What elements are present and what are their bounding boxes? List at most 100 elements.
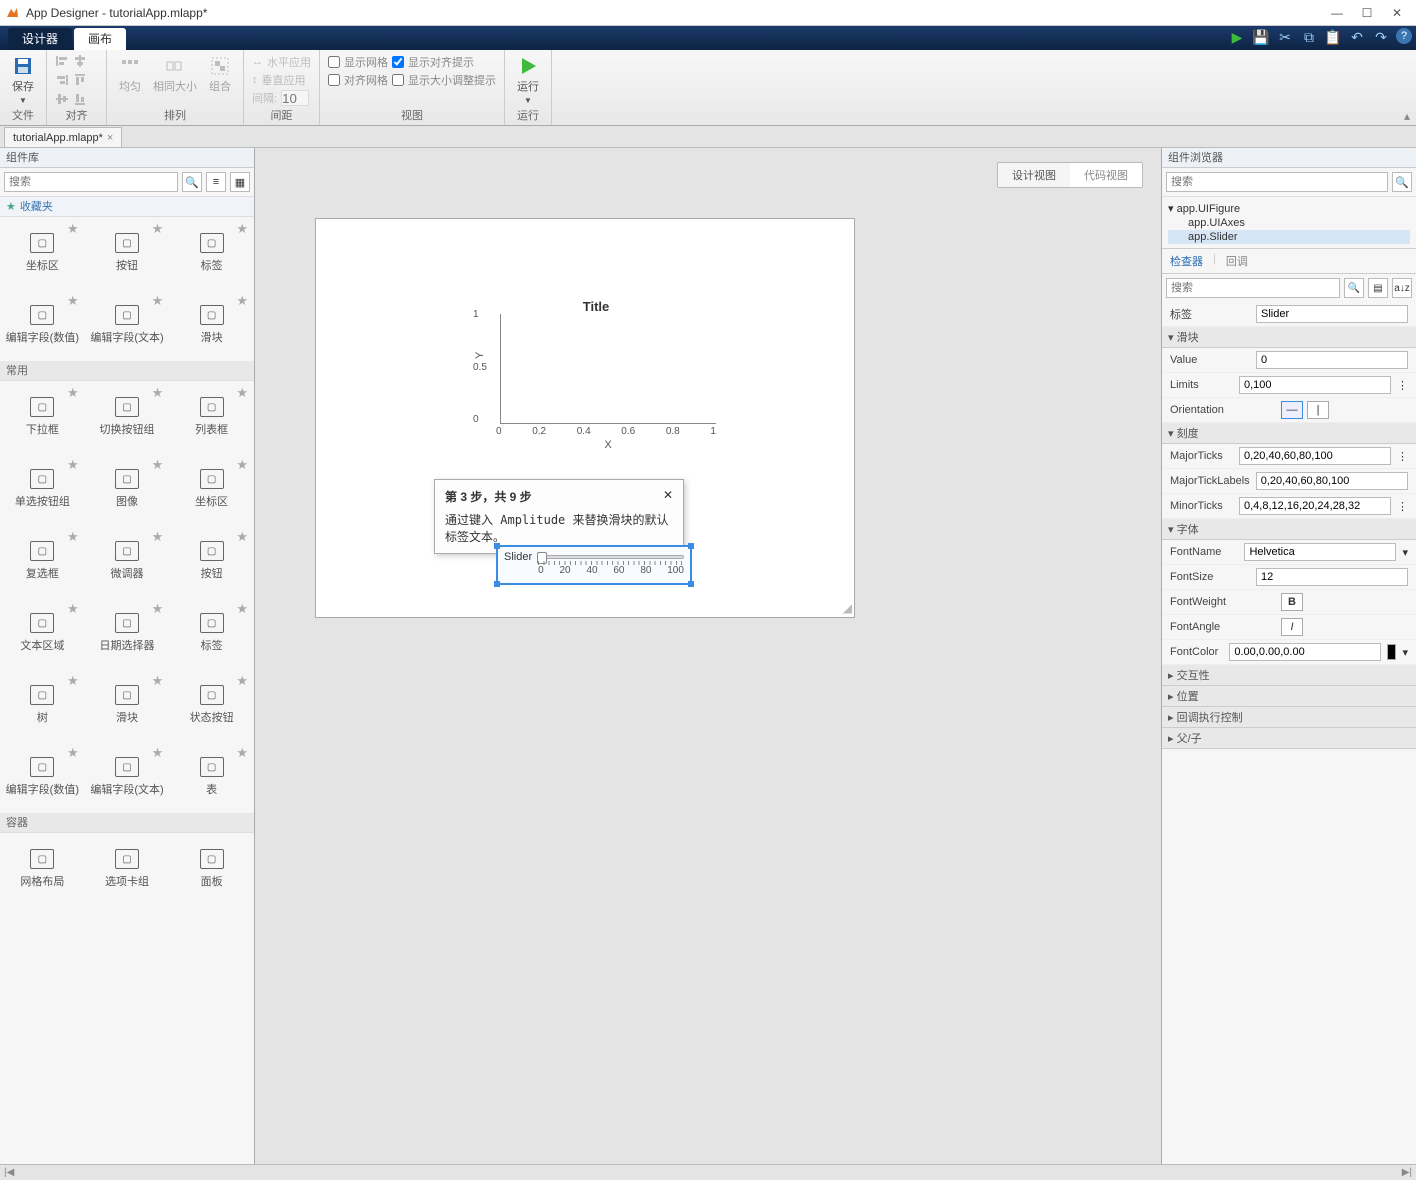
align-right-icon[interactable]	[55, 73, 69, 87]
component-item[interactable]: ★▢文本区域	[0, 597, 85, 669]
tree-node-uiaxes[interactable]: app.UIAxes	[1168, 216, 1410, 230]
close-button[interactable]: ✕	[1382, 3, 1412, 23]
component-item[interactable]: ★▢列表框	[169, 381, 254, 453]
section-interactivity[interactable]: ▸ 交互性	[1162, 665, 1416, 686]
component-item[interactable]: ★▢标签	[169, 217, 254, 289]
align-bottom-icon[interactable]	[73, 92, 87, 106]
dropdown-icon[interactable]: ▾	[1402, 646, 1408, 659]
component-item[interactable]: ★▢编辑字段(文本)	[85, 289, 170, 361]
bold-button[interactable]: B	[1281, 593, 1303, 611]
scroll-right-icon[interactable]: ▶|	[1402, 1167, 1412, 1178]
more-icon[interactable]: ⋮	[1397, 379, 1408, 392]
favorite-star-icon[interactable]: ★	[152, 529, 164, 545]
file-tab[interactable]: tutorialApp.mlapp* ×	[4, 127, 122, 147]
help-icon[interactable]: ?	[1396, 28, 1412, 44]
resize-grip-icon[interactable]: ◢	[843, 601, 852, 615]
component-item[interactable]: ★▢微调器	[85, 525, 170, 597]
uiaxes[interactable]: Title Y 1 0.5 0 00.20.4 0.60.81 X	[476, 299, 716, 444]
section-slider[interactable]: ▾ 滑块	[1162, 327, 1416, 348]
component-item[interactable]: ★▢按钮	[85, 217, 170, 289]
component-search-input[interactable]	[4, 172, 178, 192]
prop-majorticklabels-input[interactable]	[1256, 472, 1408, 490]
design-view-button[interactable]: 设计视图	[998, 163, 1070, 187]
component-item[interactable]: ★▢表	[169, 741, 254, 813]
section-font[interactable]: ▾ 字体	[1162, 519, 1416, 540]
selection-handle[interactable]	[494, 581, 500, 587]
save-button[interactable]: 保存 ▼	[8, 54, 38, 107]
component-item[interactable]: ★▢坐标区	[169, 453, 254, 525]
favorite-star-icon[interactable]: ★	[236, 745, 248, 761]
dropdown-icon[interactable]: ▾	[1402, 546, 1408, 559]
redo-icon[interactable]: ↷	[1372, 28, 1390, 46]
favorite-star-icon[interactable]: ★	[236, 221, 248, 237]
tab-designer[interactable]: 设计器	[8, 28, 72, 50]
prop-label-input[interactable]	[1256, 305, 1408, 323]
tab-canvas[interactable]: 画布	[74, 28, 126, 50]
search-icon[interactable]: 🔍	[182, 172, 202, 192]
favorite-star-icon[interactable]: ★	[67, 221, 79, 237]
align-center-h-icon[interactable]	[73, 54, 87, 68]
favorite-star-icon[interactable]: ★	[67, 293, 79, 309]
favorite-star-icon[interactable]: ★	[152, 293, 164, 309]
component-item[interactable]: ★▢编辑字段(数值)	[0, 289, 85, 361]
align-center-v-icon[interactable]	[55, 92, 69, 106]
prop-fontname-input[interactable]	[1244, 543, 1396, 561]
section-position[interactable]: ▸ 位置	[1162, 686, 1416, 707]
code-view-button[interactable]: 代码视图	[1070, 163, 1142, 187]
favorite-star-icon[interactable]: ★	[236, 457, 248, 473]
prop-fontsize-input[interactable]	[1256, 568, 1408, 586]
search-icon[interactable]: 🔍	[1392, 172, 1412, 192]
prop-fontcolor-input[interactable]	[1229, 643, 1381, 661]
selection-handle[interactable]	[688, 543, 694, 549]
favorite-star-icon[interactable]: ★	[236, 601, 248, 617]
collapse-ribbon-icon[interactable]: ▴	[1404, 109, 1410, 123]
prop-limits-input[interactable]	[1239, 376, 1391, 394]
color-swatch[interactable]	[1387, 644, 1396, 660]
paste-icon[interactable]: 📋	[1324, 28, 1342, 46]
more-icon[interactable]: ⋮	[1397, 450, 1408, 463]
align-left-icon[interactable]	[55, 54, 69, 68]
distribute-button[interactable]: 均匀	[115, 54, 145, 96]
section-ticks[interactable]: ▾ 刻度	[1162, 423, 1416, 444]
tooltip-close-icon[interactable]: ✕	[663, 488, 673, 505]
favorite-star-icon[interactable]: ★	[67, 385, 79, 401]
component-item[interactable]: ★▢下拉框	[0, 381, 85, 453]
component-item[interactable]: ★▢坐标区	[0, 217, 85, 289]
component-item[interactable]: ▢面板	[169, 833, 254, 905]
italic-button[interactable]: I	[1281, 618, 1303, 636]
samesize-button[interactable]: 相同大小	[149, 54, 201, 96]
orientation-horizontal-button[interactable]: —	[1281, 401, 1303, 419]
close-file-icon[interactable]: ×	[107, 128, 113, 148]
prop-minorticks-input[interactable]	[1239, 497, 1391, 515]
component-item[interactable]: ★▢滑块	[85, 669, 170, 741]
selection-handle[interactable]	[494, 543, 500, 549]
show-resize-hints-checkbox[interactable]: 显示大小调整提示	[392, 72, 496, 88]
scroll-left-icon[interactable]: |◀	[4, 1167, 14, 1178]
search-icon[interactable]: 🔍	[1344, 278, 1364, 298]
tree-node-uifigure[interactable]: ▾ app.UIFigure	[1168, 201, 1410, 216]
component-item[interactable]: ★▢复选框	[0, 525, 85, 597]
favorite-star-icon[interactable]: ★	[152, 385, 164, 401]
tab-callbacks[interactable]: 回调	[1226, 253, 1248, 269]
slider-track[interactable]: 02040 6080100	[538, 551, 684, 576]
browser-search-input[interactable]	[1166, 172, 1388, 192]
tab-inspector[interactable]: 检查器	[1170, 253, 1203, 269]
show-grid-checkbox[interactable]: 显示网格	[328, 54, 388, 70]
undo-icon[interactable]: ↶	[1348, 28, 1366, 46]
component-item[interactable]: ▢选项卡组	[85, 833, 170, 905]
property-search-input[interactable]	[1166, 278, 1340, 298]
favorite-star-icon[interactable]: ★	[152, 745, 164, 761]
uifigure[interactable]: Title Y 1 0.5 0 00.20.4 0.60.81 X 第 3 步，…	[315, 218, 855, 618]
prop-majorticks-input[interactable]	[1239, 447, 1391, 465]
align-grid-checkbox[interactable]: 对齐网格	[328, 72, 388, 88]
apply-horizontal[interactable]: ↔水平应用	[252, 54, 311, 70]
apply-vertical[interactable]: ↕垂直应用	[252, 72, 311, 88]
minimize-button[interactable]: —	[1322, 3, 1352, 23]
component-item[interactable]: ★▢状态按钮	[169, 669, 254, 741]
favorite-star-icon[interactable]: ★	[67, 745, 79, 761]
favorite-star-icon[interactable]: ★	[236, 673, 248, 689]
maximize-button[interactable]: ☐	[1352, 3, 1382, 23]
favorite-star-icon[interactable]: ★	[152, 673, 164, 689]
favorite-star-icon[interactable]: ★	[152, 601, 164, 617]
more-icon[interactable]: ⋮	[1397, 500, 1408, 513]
